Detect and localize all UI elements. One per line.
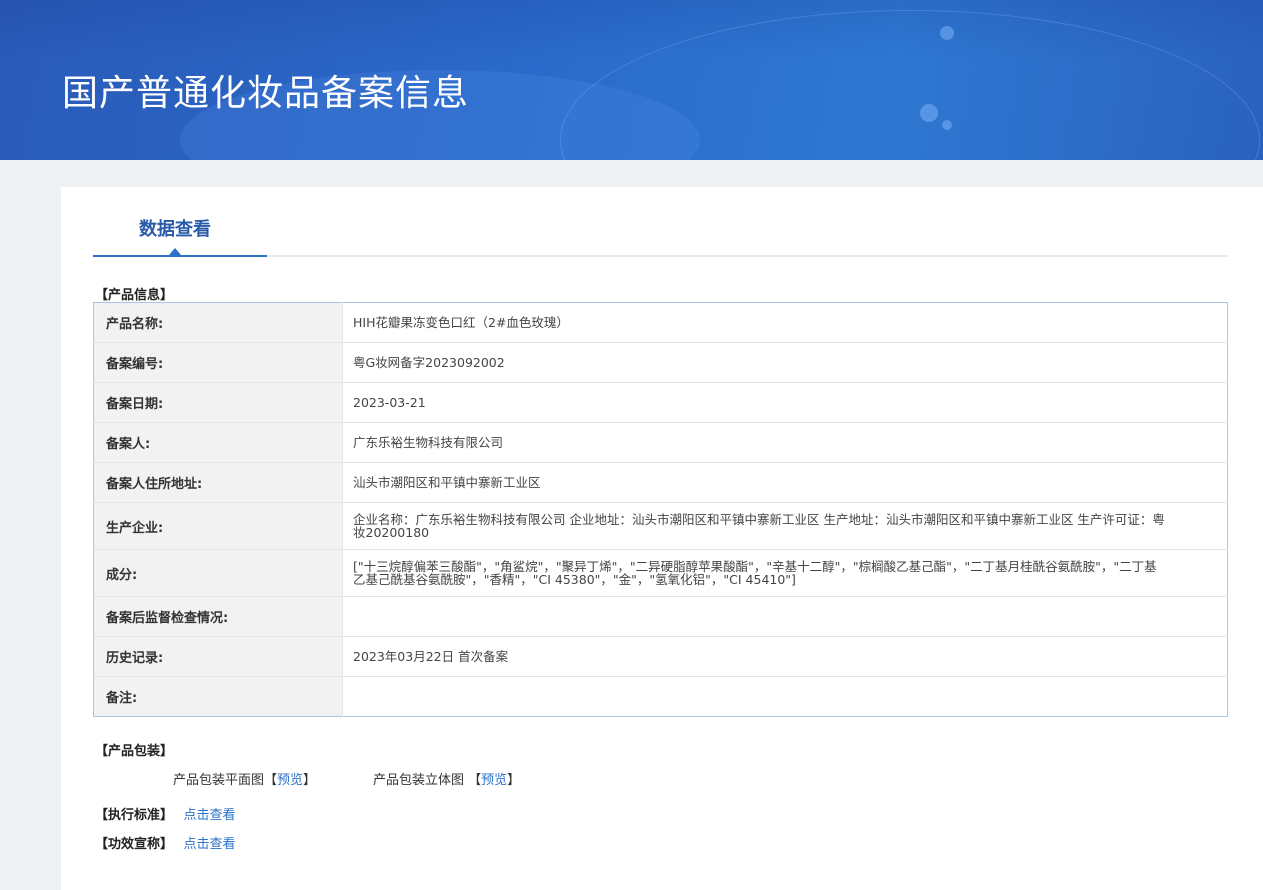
table-row: 历史记录: 2023年03月22日 首次备案 [93, 636, 1228, 677]
efficacy-view-link[interactable]: 点击查看 [184, 837, 236, 852]
row-value: 2023年03月22日 首次备案 [342, 636, 1228, 677]
packaging-flat-label: 产品包装平面图 [173, 773, 265, 788]
tab-data-view-label: 数据查看 [139, 219, 211, 240]
packaging-solid-label: 产品包装立体图 [373, 773, 465, 788]
row-label: 成分: [93, 549, 343, 597]
page-title: 国产普通化妆品备案信息 [62, 73, 470, 114]
bracket-close: 】 [303, 773, 317, 788]
packaging-flat-preview-link[interactable]: 预览 [277, 773, 303, 788]
packaging-solid-preview-link[interactable]: 预览 [481, 773, 507, 788]
row-value: 2023-03-21 [342, 382, 1228, 423]
standard-heading-label: 【执行标准】 [95, 808, 174, 823]
row-label: 备案人住所地址: [93, 462, 343, 503]
row-value [342, 596, 1228, 637]
table-row: 成分: ["十三烷醇偏苯三酸酯"，"角鲨烷"，"聚异丁烯"，"二异硬脂醇苹果酸酯… [93, 549, 1228, 597]
packaging-flat-item: 产品包装平面图【预览】 [173, 769, 316, 788]
table-row: 备案人: 广东乐裕生物科技有限公司 [93, 422, 1228, 463]
table-row: 备案人住所地址: 汕头市潮阳区和平镇中寨新工业区 [93, 462, 1228, 503]
header-banner: 国产普通化妆品备案信息 [0, 0, 1263, 160]
main-panel: 数据查看 【产品信息】 产品名称: HIH花瓣果冻变色口红（2#血色玫瑰） 备案… [61, 187, 1263, 890]
row-value [342, 676, 1228, 717]
bracket-close: 】 [507, 773, 521, 788]
row-value: 粤G妆网备字2023092002 [342, 342, 1228, 383]
row-value: 汕头市潮阳区和平镇中寨新工业区 [342, 462, 1228, 503]
tab-active-caret-icon [169, 248, 181, 255]
row-label: 备案人: [93, 422, 343, 463]
standard-view-link[interactable]: 点击查看 [184, 808, 236, 823]
banner-dot [942, 120, 952, 130]
table-row: 备案编号: 粤G妆网备字2023092002 [93, 342, 1228, 383]
row-label: 产品名称: [93, 302, 343, 343]
table-row: 产品名称: HIH花瓣果冻变色口红（2#血色玫瑰） [93, 302, 1228, 343]
row-label: 生产企业: [93, 502, 343, 550]
row-label: 备案日期: [93, 382, 343, 423]
efficacy-heading-label: 【功效宣称】 [95, 837, 174, 852]
row-label: 备注: [93, 676, 343, 717]
table-row: 备注: [93, 676, 1228, 717]
product-info-table: 产品名称: HIH花瓣果冻变色口红（2#血色玫瑰） 备案编号: 粤G妆网备字20… [93, 302, 1228, 717]
row-label: 备案编号: [93, 342, 343, 383]
bracket-open: 【 [264, 773, 278, 788]
table-row: 备案日期: 2023-03-21 [93, 382, 1228, 423]
row-value: 广东乐裕生物科技有限公司 [342, 422, 1228, 463]
tab-data-view[interactable]: 数据查看 [93, 187, 267, 257]
row-value: 企业名称：广东乐裕生物科技有限公司 企业地址：汕头市潮阳区和平镇中寨新工业区 生… [342, 502, 1228, 550]
row-label: 历史记录: [93, 636, 343, 677]
tab-bar: 数据查看 [93, 187, 1228, 257]
banner-dot [940, 26, 954, 40]
standard-heading: 【执行标准】 点击查看 [95, 804, 236, 823]
efficacy-heading: 【功效宣称】 点击查看 [95, 833, 236, 852]
row-value: HIH花瓣果冻变色口红（2#血色玫瑰） [353, 315, 569, 330]
packaging-heading: 【产品包装】 [95, 744, 174, 759]
row-label: 备案后监督检查情况: [93, 596, 343, 637]
row-value: ["十三烷醇偏苯三酸酯"，"角鲨烷"，"聚异丁烯"，"二异硬脂醇苹果酸酯"，"辛… [342, 549, 1228, 597]
product-info-heading: 【产品信息】 [95, 288, 174, 303]
packaging-solid-item: 产品包装立体图 【预览】 [373, 769, 520, 788]
table-row: 生产企业: 企业名称：广东乐裕生物科技有限公司 企业地址：汕头市潮阳区和平镇中寨… [93, 502, 1228, 550]
banner-dot [920, 104, 938, 122]
bracket-open: 【 [464, 773, 482, 788]
table-row: 备案后监督检查情况: [93, 596, 1228, 637]
